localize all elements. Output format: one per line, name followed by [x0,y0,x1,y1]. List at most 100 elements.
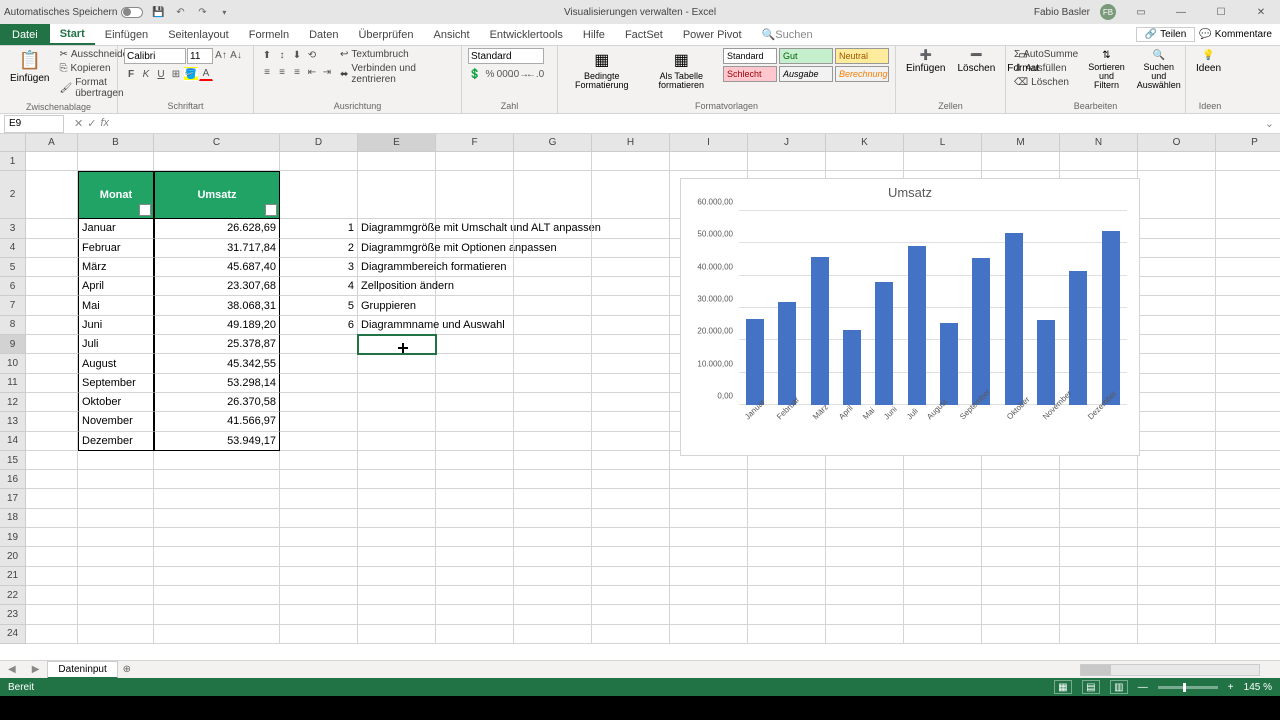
cell-E8[interactable]: Diagrammname und Auswahl [358,316,436,335]
tab-daten[interactable]: Daten [299,24,348,45]
cell-P17[interactable] [1216,489,1280,508]
cell-J17[interactable] [748,489,826,508]
cell-G22[interactable] [514,586,592,605]
cell-G20[interactable] [514,547,592,566]
align-right-icon[interactable]: ≡ [290,65,304,79]
align-left-icon[interactable]: ≡ [260,65,274,79]
bar-Mai[interactable] [875,282,893,405]
cell-G15[interactable] [514,451,592,470]
row-header-21[interactable]: 21 [0,567,26,586]
cell-F20[interactable] [436,547,514,566]
insert-cells-button[interactable]: ➕Einfügen [902,48,949,76]
style-schlecht[interactable]: Schlecht [723,66,777,82]
comments-button[interactable]: 💬 Kommentare [1199,29,1272,40]
cell-G24[interactable] [514,625,592,644]
cell-N17[interactable] [1060,489,1138,508]
cell-K20[interactable] [826,547,904,566]
cell-G3[interactable] [514,219,592,238]
cell-E12[interactable] [358,393,436,412]
cell-L18[interactable] [904,509,982,528]
cell-J19[interactable] [748,528,826,547]
cell-E15[interactable] [358,451,436,470]
cell-D6[interactable]: 4 [280,277,358,296]
bar-Dezember[interactable] [1102,231,1120,405]
cell-E13[interactable] [358,412,436,431]
cell-P22[interactable] [1216,586,1280,605]
font-name-select[interactable] [124,48,186,64]
row-header-7[interactable]: 7 [0,296,26,315]
cell-H12[interactable] [592,393,670,412]
select-all-corner[interactable] [0,134,26,152]
row-header-1[interactable]: 1 [0,152,26,171]
cell-E22[interactable] [358,586,436,605]
cell-A3[interactable] [26,219,78,238]
row-header-17[interactable]: 17 [0,489,26,508]
tab-powerpivot[interactable]: Power Pivot [673,24,752,45]
tab-einfuegen[interactable]: Einfügen [95,24,158,45]
cell-L1[interactable] [904,152,982,171]
cell-J21[interactable] [748,567,826,586]
cell-L17[interactable] [904,489,982,508]
cell-C6[interactable]: 23.307,68 [154,277,280,296]
cell-B3[interactable]: Januar [78,219,154,238]
cell-N23[interactable] [1060,605,1138,624]
cell-B16[interactable] [78,470,154,489]
cell-I23[interactable] [670,605,748,624]
cell-O22[interactable] [1138,586,1216,605]
cell-P23[interactable] [1216,605,1280,624]
cell-F16[interactable] [436,470,514,489]
cell-D12[interactable] [280,393,358,412]
formula-input[interactable] [115,115,1259,133]
cell-C18[interactable] [154,509,280,528]
minimize-icon[interactable]: — [1166,2,1196,22]
cell-C7[interactable]: 38.068,31 [154,296,280,315]
view-page-break-icon[interactable]: ▥ [1110,680,1128,694]
tab-file[interactable]: Datei [0,24,50,45]
row-header-18[interactable]: 18 [0,509,26,528]
cell-F22[interactable] [436,586,514,605]
cell-O15[interactable] [1138,451,1216,470]
cell-K22[interactable] [826,586,904,605]
row-header-2[interactable]: 2 [0,171,26,219]
cell-B14[interactable]: Dezember [78,432,154,451]
cell-A15[interactable] [26,451,78,470]
cell-O7[interactable] [1138,296,1216,315]
cell-B19[interactable] [78,528,154,547]
cell-I18[interactable] [670,509,748,528]
cell-L21[interactable] [904,567,982,586]
cell-B17[interactable] [78,489,154,508]
cell-D2[interactable] [280,171,358,219]
cell-C3[interactable]: 26.628,69 [154,219,280,238]
cell-B18[interactable] [78,509,154,528]
cell-K21[interactable] [826,567,904,586]
cell-G23[interactable] [514,605,592,624]
cell-E17[interactable] [358,489,436,508]
cell-H5[interactable] [592,258,670,277]
cell-P19[interactable] [1216,528,1280,547]
cell-K18[interactable] [826,509,904,528]
cell-I24[interactable] [670,625,748,644]
zoom-level[interactable]: 145 % [1244,682,1272,693]
sheet-tab-dateninput[interactable]: Dateninput [47,661,117,679]
cell-D20[interactable] [280,547,358,566]
align-middle-icon[interactable]: ↕ [275,48,289,62]
cell-A12[interactable] [26,393,78,412]
cell-F15[interactable] [436,451,514,470]
cell-F4[interactable] [436,239,514,258]
cell-A20[interactable] [26,547,78,566]
bar-April[interactable] [843,330,861,405]
cell-P2[interactable] [1216,171,1280,219]
cell-E7[interactable]: Gruppieren [358,296,436,315]
cell-H11[interactable] [592,374,670,393]
align-center-icon[interactable]: ≡ [275,65,289,79]
add-sheet-button[interactable]: ⊕ [118,661,136,679]
row-header-23[interactable]: 23 [0,605,26,624]
cell-H4[interactable] [592,239,670,258]
cell-O13[interactable] [1138,412,1216,431]
tab-seitenlayout[interactable]: Seitenlayout [158,24,239,45]
cell-N21[interactable] [1060,567,1138,586]
cell-F3[interactable] [436,219,514,238]
cell-B20[interactable] [78,547,154,566]
cell-A17[interactable] [26,489,78,508]
cell-G6[interactable] [514,277,592,296]
